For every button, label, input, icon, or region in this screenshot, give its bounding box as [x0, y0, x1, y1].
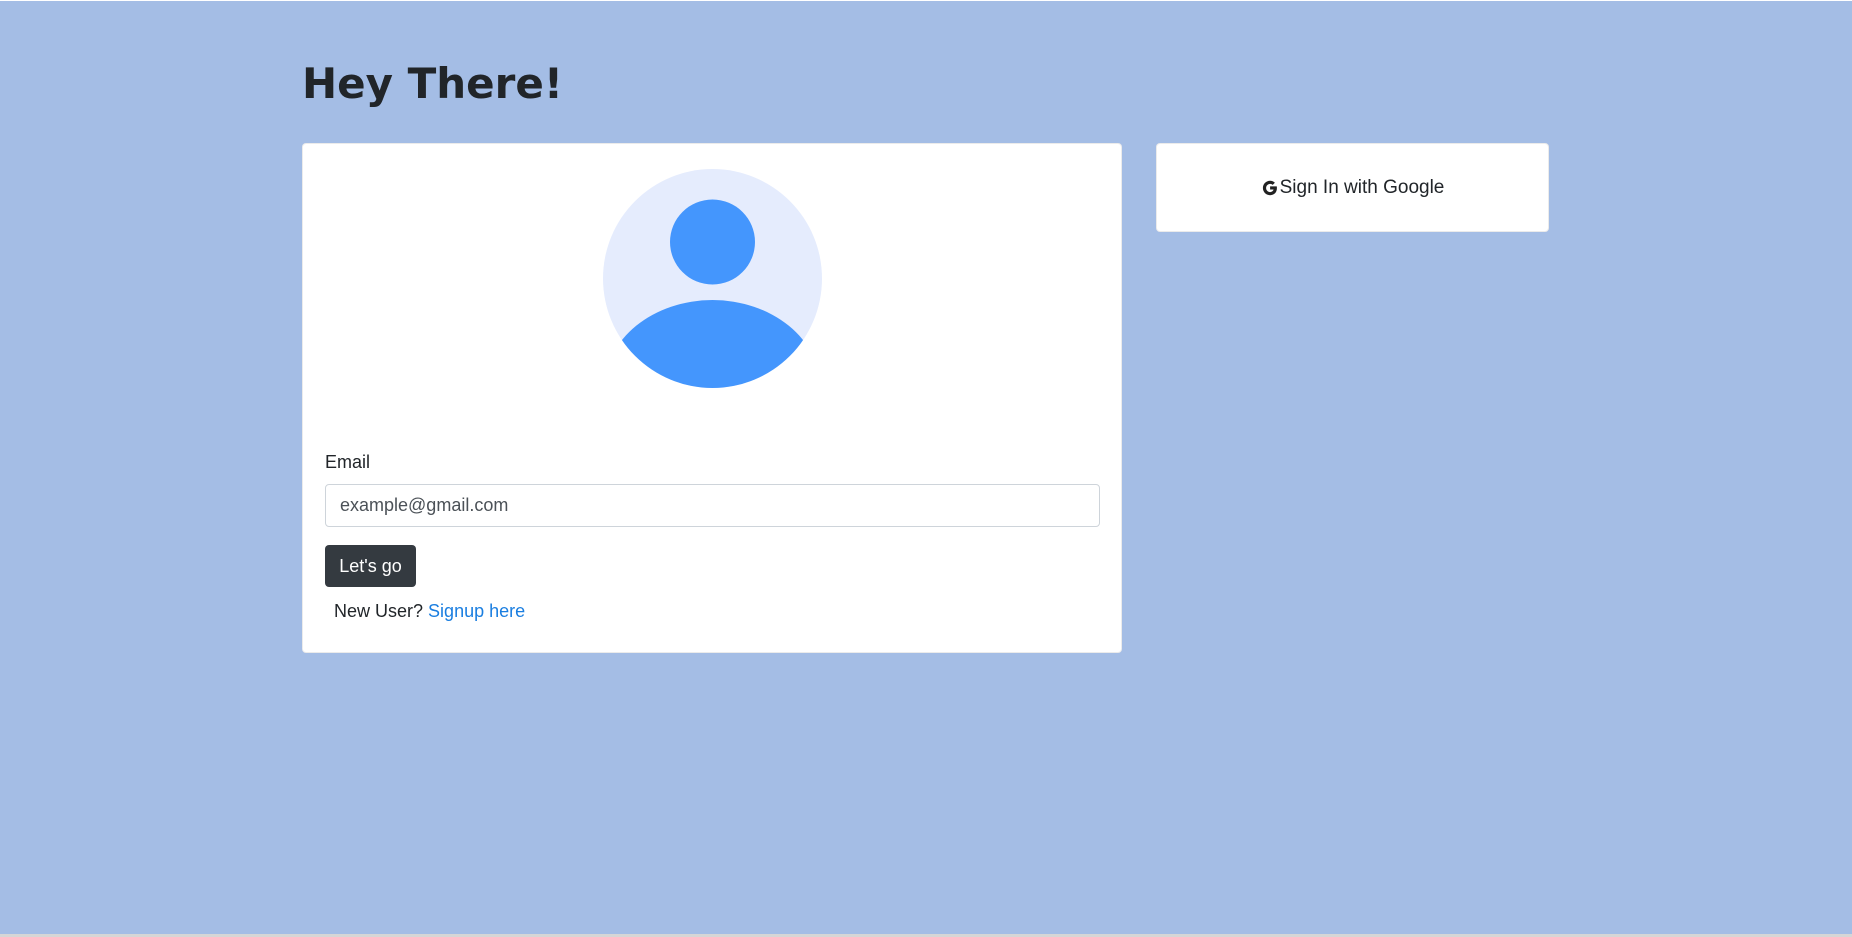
email-input[interactable] [325, 484, 1100, 527]
email-label: Email [325, 452, 371, 472]
google-g-icon [1261, 179, 1279, 197]
google-signin-button[interactable]: Sign In with Google [1156, 143, 1549, 232]
page-background: Hey There! Email Let's go New User? [0, 1, 1852, 934]
login-card: Email Let's go New User? Signup here [302, 143, 1122, 653]
signup-row: New User? Signup here [334, 599, 525, 623]
lets-go-button[interactable]: Let's go [325, 545, 416, 587]
signup-prompt: New User? [334, 601, 424, 621]
page-title: Hey There! [302, 59, 564, 108]
user-avatar-icon [603, 169, 822, 388]
signup-link[interactable]: Signup here [428, 601, 525, 621]
google-signin-label: Sign In with Google [1279, 176, 1445, 198]
